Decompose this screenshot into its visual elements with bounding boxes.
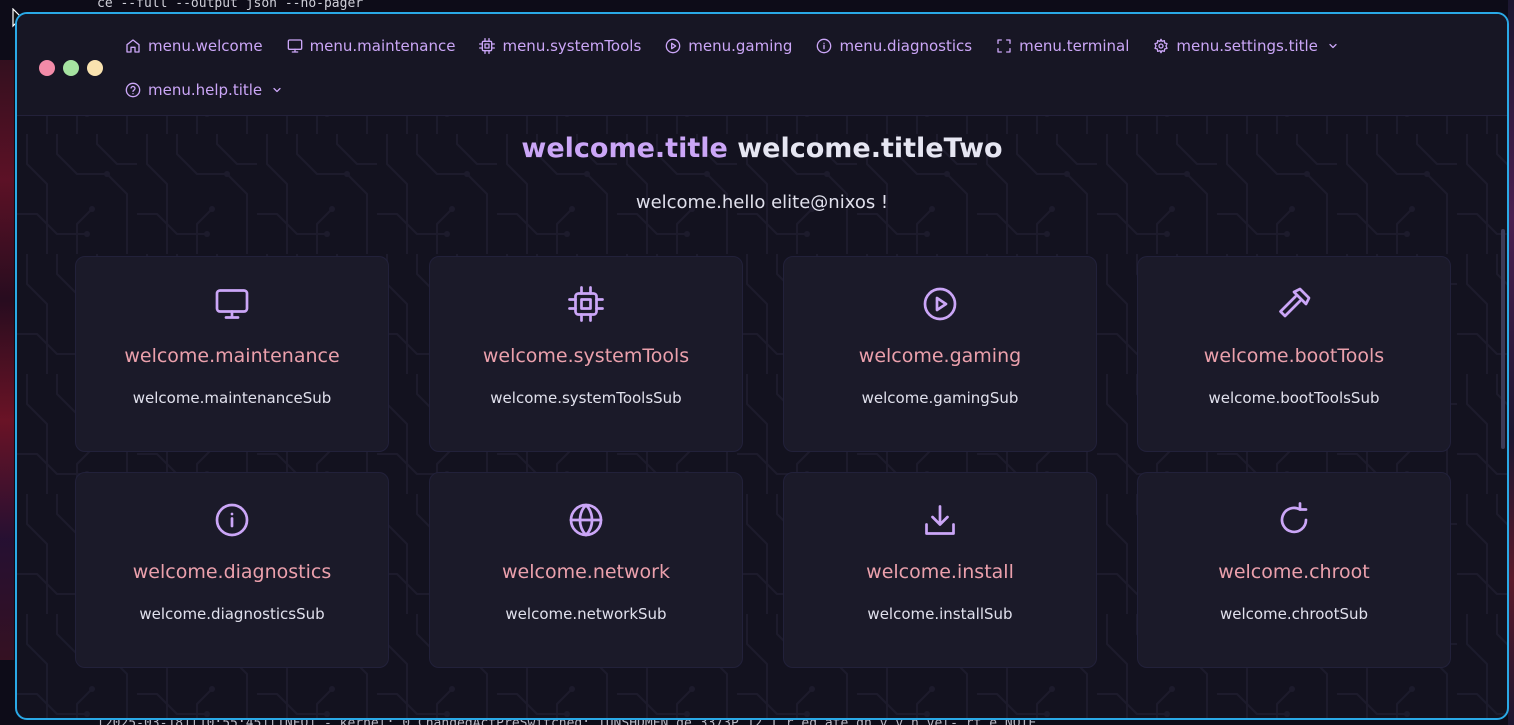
chevron-down-icon: [273, 87, 281, 93]
refresh-icon: [1280, 502, 1308, 534]
main-menu: menu.welcome menu.maintenance menu.syste…: [121, 34, 1391, 102]
menu-item-diagnostics[interactable]: menu.diagnostics: [812, 34, 976, 58]
chevron-down-icon: [1329, 43, 1337, 49]
card-chroot[interactable]: welcome.chroot welcome.chrootSub: [1137, 472, 1451, 668]
monitor-icon: [215, 289, 249, 319]
terminal-top-line: ce --full --output json --no-pager: [97, 0, 364, 11]
card-title: welcome.maintenance: [124, 345, 340, 367]
menu-item-gaming[interactable]: menu.gaming: [661, 34, 796, 58]
title-accent: welcome.title: [521, 133, 728, 164]
help-circle-icon: [125, 82, 141, 98]
menu-item-maintenance[interactable]: menu.maintenance: [283, 34, 460, 58]
home-icon: [126, 39, 140, 53]
info-icon: [817, 38, 832, 54]
info-icon: [215, 503, 249, 537]
card-network[interactable]: welcome.network welcome.networkSub: [429, 472, 743, 668]
card-gaming[interactable]: welcome.gaming welcome.gamingSub: [783, 256, 1097, 452]
monitor-icon: [287, 39, 302, 53]
card-title: welcome.bootTools: [1203, 345, 1385, 367]
play-circle-icon: [665, 38, 681, 54]
cpu-icon: [568, 286, 604, 322]
hammer-icon: [1279, 287, 1311, 318]
menu-item-label: menu.gaming: [688, 37, 793, 55]
menu-item-label: menu.diagnostics: [839, 37, 973, 55]
card-subtitle: welcome.installSub: [867, 605, 1013, 623]
card-maintenance[interactable]: welcome.maintenance welcome.maintenanceS…: [75, 256, 389, 452]
card-subtitle: welcome.bootToolsSub: [1208, 389, 1380, 407]
title-bar: menu.welcome menu.maintenance menu.syste…: [17, 14, 1507, 116]
menu-item-label: menu.systemTools: [502, 37, 642, 55]
menu-item-label: menu.welcome: [148, 37, 263, 55]
left-wallpaper-strip: [0, 60, 14, 660]
close-window-button[interactable]: [39, 60, 55, 76]
menu-item-settings[interactable]: menu.settings.title: [1149, 34, 1343, 58]
card-subtitle: welcome.chrootSub: [1219, 605, 1369, 623]
menu-item-label: menu.settings.title: [1176, 37, 1318, 55]
card-subtitle: welcome.systemToolsSub: [490, 389, 682, 407]
card-title: welcome.network: [502, 561, 670, 583]
cpu-icon: [479, 38, 496, 54]
greeting: welcome.hello elite@nixos !: [635, 192, 889, 213]
card-install[interactable]: welcome.install welcome.installSub: [783, 472, 1097, 668]
download-icon: [925, 505, 955, 535]
card-title: welcome.diagnostics: [132, 561, 332, 583]
menu-item-label: menu.help.title: [148, 81, 263, 99]
card-system-tools[interactable]: welcome.systemTools welcome.systemToolsS…: [429, 256, 743, 452]
menu-item-label: menu.terminal: [1019, 37, 1130, 55]
maximize-window-button[interactable]: [87, 60, 103, 76]
scrollbar[interactable]: [1501, 229, 1505, 449]
play-circle-icon: [923, 287, 957, 321]
app-window: menu.welcome menu.maintenance menu.syste…: [15, 12, 1509, 720]
gear-icon: [1154, 38, 1169, 54]
welcome-page: welcome.title welcome.titleTwo welcome.h…: [17, 117, 1507, 718]
page-title: welcome.title welcome.titleTwo: [17, 133, 1507, 164]
globe-icon: [569, 503, 603, 537]
expand-icon: [997, 39, 1011, 53]
card-title: welcome.chroot: [1218, 561, 1370, 583]
menu-item-help[interactable]: menu.help.title: [121, 78, 287, 102]
card-subtitle: welcome.networkSub: [505, 605, 667, 623]
menu-item-label: menu.maintenance: [309, 37, 456, 55]
card-title: welcome.install: [866, 561, 1014, 583]
card-boot-tools[interactable]: welcome.bootTools welcome.bootToolsSub: [1137, 256, 1451, 452]
feature-card-grid: welcome.maintenance welcome.maintenanceS…: [75, 256, 1451, 668]
window-controls: [39, 60, 103, 76]
card-subtitle: welcome.maintenanceSub: [132, 389, 332, 407]
menu-item-welcome[interactable]: menu.welcome: [121, 34, 267, 58]
card-title: welcome.systemTools: [482, 345, 690, 367]
menu-item-system-tools[interactable]: menu.systemTools: [475, 34, 645, 58]
title-second: welcome.titleTwo: [737, 133, 1003, 164]
menu-item-terminal[interactable]: menu.terminal: [992, 34, 1133, 58]
card-diagnostics[interactable]: welcome.diagnostics welcome.diagnosticsS…: [75, 472, 389, 668]
minimize-window-button[interactable]: [63, 60, 79, 76]
card-subtitle: welcome.gamingSub: [861, 389, 1019, 407]
card-subtitle: welcome.diagnosticsSub: [139, 605, 325, 623]
card-title: welcome.gaming: [858, 345, 1022, 367]
